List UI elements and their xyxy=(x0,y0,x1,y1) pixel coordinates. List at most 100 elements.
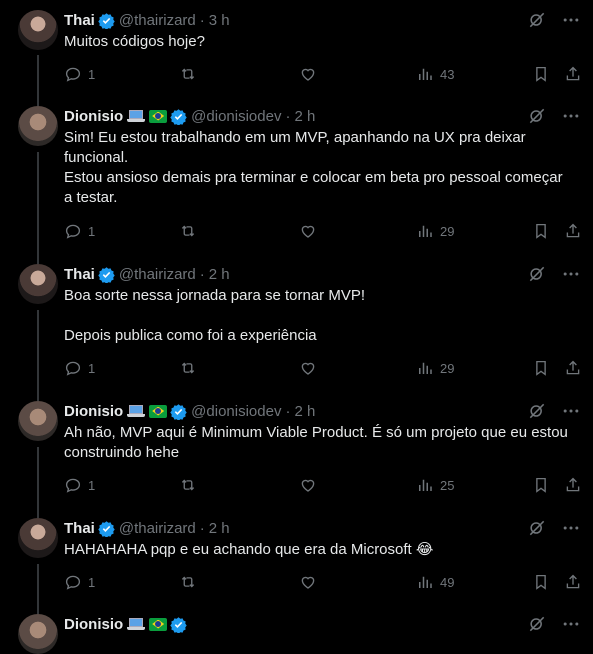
brazil-flag-icon xyxy=(149,617,168,631)
reply-button[interactable]: 1 xyxy=(64,476,95,494)
reply-button[interactable]: 1 xyxy=(64,222,95,240)
share-icon xyxy=(564,476,582,494)
grok-icon[interactable] xyxy=(527,106,547,126)
bookmark-icon xyxy=(532,65,550,83)
more-icon[interactable] xyxy=(561,106,581,126)
views-count: 43 xyxy=(440,66,455,82)
tweet-text: HAHAHAHA pqp e eu achando que era da Mic… xyxy=(64,541,434,558)
retweet-icon xyxy=(179,65,197,83)
timestamp[interactable]: 2 h xyxy=(209,266,230,283)
brazil-flag-icon xyxy=(149,109,168,123)
thread-line xyxy=(37,152,39,264)
retweet-button[interactable] xyxy=(179,359,197,377)
author-name[interactable]: Thai xyxy=(64,520,95,537)
avatar[interactable] xyxy=(18,264,58,304)
retweet-icon xyxy=(179,573,197,591)
more-icon[interactable] xyxy=(561,10,581,30)
bookmark-button[interactable] xyxy=(532,359,550,377)
author-name[interactable]: Dionisio xyxy=(64,403,123,420)
retweet-button[interactable] xyxy=(179,573,197,591)
bookmark-button[interactable] xyxy=(532,222,550,240)
retweet-icon xyxy=(179,222,197,240)
retweet-button[interactable] xyxy=(179,476,197,494)
share-button[interactable] xyxy=(564,476,582,494)
verified-icon[interactable] xyxy=(170,403,187,421)
verified-icon[interactable] xyxy=(98,520,115,538)
author-name[interactable]: Dionisio xyxy=(64,616,123,633)
more-icon[interactable] xyxy=(561,264,581,284)
grok-icon[interactable] xyxy=(527,10,547,30)
thread-line xyxy=(37,447,39,518)
grok-icon[interactable] xyxy=(527,614,547,634)
bookmark-button[interactable] xyxy=(532,476,550,494)
reply-icon xyxy=(64,65,82,83)
reply-button[interactable]: 1 xyxy=(64,65,95,83)
author-handle[interactable]: @thairizard xyxy=(119,520,196,537)
author-name[interactable]: Thai xyxy=(64,266,95,283)
grok-icon[interactable] xyxy=(527,264,547,284)
like-button[interactable] xyxy=(299,222,317,240)
avatar[interactable] xyxy=(18,614,58,654)
bookmark-button[interactable] xyxy=(532,573,550,591)
timestamp[interactable]: 2 h xyxy=(294,108,315,125)
timestamp[interactable]: 2 h xyxy=(294,403,315,420)
separator-dot: · xyxy=(199,265,205,283)
share-button[interactable] xyxy=(564,359,582,377)
tweet-header: Thai @thairizard · 3 h xyxy=(64,10,230,30)
timestamp[interactable]: 3 h xyxy=(209,12,230,29)
views-button[interactable]: 29 xyxy=(416,222,454,240)
verified-icon[interactable] xyxy=(170,616,187,634)
like-button[interactable] xyxy=(299,476,317,494)
grok-icon[interactable] xyxy=(527,401,547,421)
retweet-button[interactable] xyxy=(179,65,197,83)
avatar[interactable] xyxy=(18,10,58,50)
views-icon xyxy=(416,359,434,377)
author-handle[interactable]: @thairizard xyxy=(119,266,196,283)
avatar[interactable] xyxy=(18,518,58,558)
share-button[interactable] xyxy=(564,65,582,83)
views-icon xyxy=(416,222,434,240)
author-name[interactable]: Dionisio xyxy=(64,108,123,125)
like-button[interactable] xyxy=(299,573,317,591)
bookmark-icon xyxy=(532,222,550,240)
timestamp[interactable]: 2 h xyxy=(209,520,230,537)
separator-dot: · xyxy=(199,519,205,537)
share-icon xyxy=(564,359,582,377)
reply-button[interactable]: 1 xyxy=(64,359,95,377)
verified-icon[interactable] xyxy=(170,108,187,126)
verified-icon[interactable] xyxy=(98,12,115,30)
thread-line xyxy=(37,55,39,106)
more-icon[interactable] xyxy=(561,401,581,421)
views-count: 25 xyxy=(440,477,455,493)
separator-dot: · xyxy=(199,11,205,29)
tweet-header: Dionisio @dionisiodev · 2 h xyxy=(64,106,315,126)
author-handle[interactable]: @dionisiodev xyxy=(191,403,281,420)
verified-icon[interactable] xyxy=(98,266,115,284)
like-button[interactable] xyxy=(299,65,317,83)
views-button[interactable]: 49 xyxy=(416,573,454,591)
avatar[interactable] xyxy=(18,401,58,441)
grok-icon[interactable] xyxy=(527,518,547,538)
tweet-text: Ah não, MVP aqui é Minimum Viable Produc… xyxy=(64,424,568,461)
tweet-text: Sim! Eu estou trabalhando em um MVP, apa… xyxy=(64,129,563,206)
like-icon xyxy=(299,359,317,377)
more-icon[interactable] xyxy=(561,518,581,538)
share-button[interactable] xyxy=(564,222,582,240)
views-button[interactable]: 29 xyxy=(416,359,454,377)
more-icon[interactable] xyxy=(561,614,581,634)
retweet-button[interactable] xyxy=(179,222,197,240)
views-button[interactable]: 25 xyxy=(416,476,454,494)
views-icon xyxy=(416,476,434,494)
share-button[interactable] xyxy=(564,573,582,591)
views-button[interactable]: 43 xyxy=(416,65,454,83)
reply-button[interactable]: 1 xyxy=(64,573,95,591)
avatar[interactable] xyxy=(18,106,58,146)
bookmark-button[interactable] xyxy=(532,65,550,83)
tweet-text: Boa sorte nessa jornada para se tornar M… xyxy=(64,287,365,344)
author-handle[interactable]: @thairizard xyxy=(119,12,196,29)
author-name[interactable]: Thai xyxy=(64,12,95,29)
laptop-icon xyxy=(127,110,146,122)
author-handle[interactable]: @dionisiodev xyxy=(191,108,281,125)
laptop-icon xyxy=(127,618,146,630)
like-button[interactable] xyxy=(299,359,317,377)
